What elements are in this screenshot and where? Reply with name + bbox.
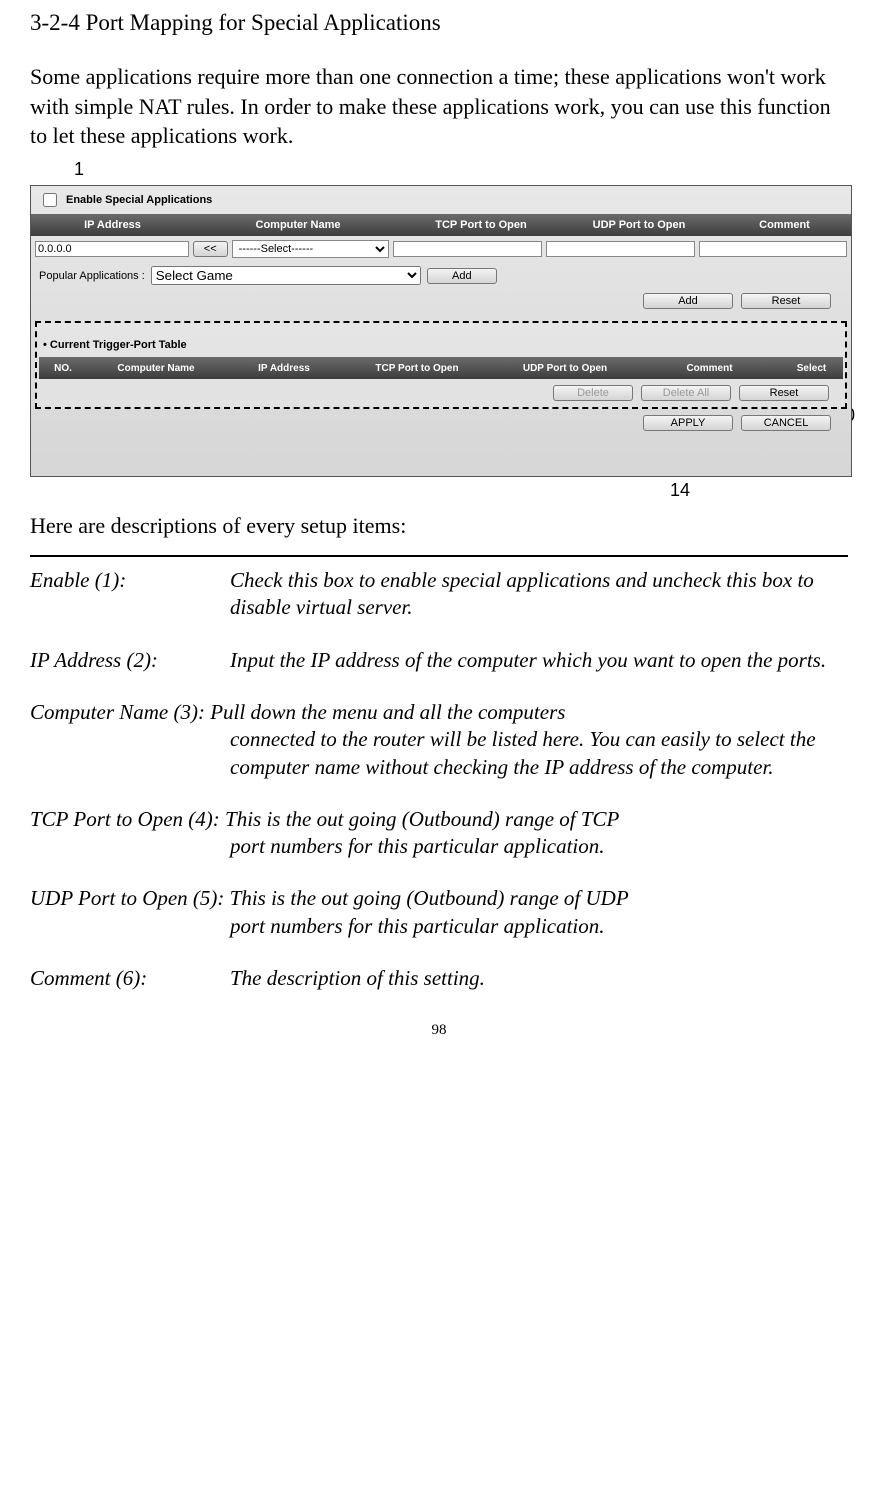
item-comment-label: Comment (6): <box>30 965 230 992</box>
item-udp: UDP Port to Open (5): This is the out go… <box>30 885 848 940</box>
enable-checkbox[interactable] <box>43 193 57 207</box>
item-ip-text: Input the IP address of the computer whi… <box>230 647 848 674</box>
figure-wrapper: 1 2 3 4 5 6 7 8 9 10 11 12 13 14 Enable … <box>30 155 850 505</box>
trigger-reset-button[interactable]: Reset <box>739 385 829 401</box>
computer-select[interactable]: ------Select------ <box>232 240 390 258</box>
item-ip: IP Address (2): Input the IP address of … <box>30 647 848 674</box>
trigger-table-box: • Current Trigger-Port Table NO. Compute… <box>35 321 847 409</box>
item-udp-cont: port numbers for this particular applica… <box>30 913 848 940</box>
item-tcp-first: TCP Port to Open (4): This is the out go… <box>30 807 619 831</box>
item-computer-cont: connected to the router will be listed h… <box>30 726 848 781</box>
popular-label: Popular Applications : <box>39 270 145 282</box>
ip-input[interactable] <box>35 241 189 257</box>
delete-all-button[interactable]: Delete All <box>641 385 731 401</box>
item-enable: Enable (1): Check this box to enable spe… <box>30 567 848 622</box>
item-enable-label: Enable (1): <box>30 567 230 622</box>
thdr-computer: Computer Name <box>87 363 225 374</box>
item-comment: Comment (6): The description of this set… <box>30 965 848 992</box>
trigger-header-row: NO. Computer Name IP Address TCP Port to… <box>39 357 843 379</box>
popular-select[interactable]: Select Game <box>151 266 421 285</box>
hdr-tcp: TCP Port to Open <box>402 219 560 231</box>
thdr-comment: Comment <box>639 363 780 374</box>
apply-button[interactable]: APPLY <box>643 415 733 431</box>
thdr-select: Select <box>780 363 843 374</box>
comment-input[interactable] <box>699 241 847 257</box>
item-ip-label: IP Address (2): <box>30 647 230 674</box>
thdr-udp: UDP Port to Open <box>491 363 639 374</box>
item-comment-text: The description of this setting. <box>230 965 848 992</box>
thdr-no: NO. <box>39 363 87 374</box>
add-button[interactable]: Add <box>643 293 733 309</box>
item-tcp-cont: port numbers for this particular applica… <box>30 833 848 860</box>
input-header-row: IP Address Computer Name TCP Port to Ope… <box>31 214 851 236</box>
delete-button[interactable]: Delete <box>553 385 633 401</box>
tcp-port-input[interactable] <box>393 241 542 257</box>
descriptions-lead: Here are descriptions of every setup ite… <box>30 513 848 539</box>
hdr-comment: Comment <box>718 219 851 231</box>
item-enable-text: Check this box to enable special applica… <box>230 567 848 622</box>
reset-button[interactable]: Reset <box>741 293 831 309</box>
ip-assign-button[interactable]: << <box>193 241 228 257</box>
item-udp-first: UDP Port to Open (5): This is the out go… <box>30 886 629 910</box>
hdr-ip: IP Address <box>31 219 194 231</box>
page-number: 98 <box>30 1022 848 1039</box>
hdr-udp: UDP Port to Open <box>560 219 718 231</box>
intro-paragraph: Some applications require more than one … <box>30 62 848 151</box>
item-computer: Computer Name (3): Pull down the menu an… <box>30 699 848 781</box>
hdr-computer: Computer Name <box>194 219 402 231</box>
thdr-tcp: TCP Port to Open <box>343 363 491 374</box>
divider <box>30 555 848 557</box>
item-tcp: TCP Port to Open (4): This is the out go… <box>30 806 848 861</box>
trigger-title: • Current Trigger-Port Table <box>39 335 843 357</box>
enable-label: Enable Special Applications <box>66 194 212 206</box>
callout-14: 14 <box>670 480 690 501</box>
thdr-ip: IP Address <box>225 363 343 374</box>
udp-port-input[interactable] <box>546 241 695 257</box>
popular-add-button[interactable]: Add <box>427 268 497 284</box>
item-computer-first: Computer Name (3): Pull down the menu an… <box>30 700 565 724</box>
screenshot-panel: Enable Special Applications IP Address C… <box>30 185 852 477</box>
cancel-button[interactable]: CANCEL <box>741 415 831 431</box>
section-heading: 3-2-4 Port Mapping for Special Applicati… <box>30 10 848 36</box>
callout-1: 1 <box>74 159 84 180</box>
